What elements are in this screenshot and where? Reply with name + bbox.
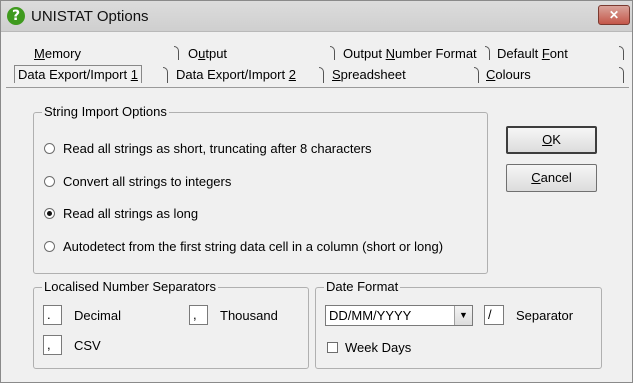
date-format-group: Date Format DD/MM/YYYY ▼ / Separator Wee… bbox=[315, 279, 602, 369]
week-days-checkbox[interactable]: Week Days bbox=[327, 340, 411, 355]
string-import-options-legend: String Import Options bbox=[42, 104, 169, 119]
tab-dei2-pre: Data Export/Import bbox=[176, 67, 289, 82]
close-button[interactable]: ✕ bbox=[598, 5, 630, 25]
tab-divider bbox=[619, 46, 624, 60]
ok-rest: K bbox=[552, 132, 561, 147]
tab-spreadsheet[interactable]: Spreadsheet bbox=[332, 67, 406, 82]
radio-read-short[interactable]: Read all strings as short, truncating af… bbox=[44, 141, 372, 156]
tab-memory-accel: M bbox=[34, 46, 45, 61]
radio-button-selected[interactable] bbox=[44, 208, 55, 219]
help-question-icon: ? bbox=[7, 7, 25, 25]
tab-output-pre: O bbox=[188, 46, 199, 61]
thousand-label: Thousand bbox=[220, 308, 278, 323]
radio-button[interactable] bbox=[44, 143, 55, 154]
tab-colours[interactable]: Colours bbox=[486, 67, 531, 82]
tab-spreadsheet-accel: S bbox=[332, 67, 341, 82]
separator-label: Separator bbox=[516, 308, 574, 323]
radio-button[interactable] bbox=[44, 176, 55, 187]
title-bar: ? UNISTAT Options ✕ bbox=[1, 1, 632, 32]
tab-spreadsheet-rest: preadsheet bbox=[340, 67, 406, 82]
number-separators-legend: Localised Number Separators bbox=[42, 279, 218, 294]
radio-read-long[interactable]: Read all strings as long bbox=[44, 206, 198, 221]
tab-colours-accel: C bbox=[486, 67, 496, 82]
tab-output[interactable]: Output bbox=[188, 46, 227, 61]
tab-onf-pre: Output bbox=[343, 46, 386, 61]
tab-font-accel: F bbox=[541, 46, 550, 61]
tab-dei1-pre: Data Export/Import bbox=[18, 67, 131, 82]
tab-font-rest: ont bbox=[549, 46, 568, 61]
ok-accel: O bbox=[542, 132, 553, 147]
week-days-label: Week Days bbox=[345, 340, 412, 355]
string-import-options-group: String Import Options Read all strings a… bbox=[33, 104, 488, 274]
tab-colours-rest: olours bbox=[495, 67, 531, 82]
decimal-separator-input[interactable]: . bbox=[43, 305, 62, 325]
radio-label: Convert all strings to integers bbox=[63, 174, 232, 189]
tab-page: String Import Options Read all strings a… bbox=[6, 87, 629, 380]
tab-onf-accel: N bbox=[385, 46, 396, 61]
date-format-select[interactable]: DD/MM/YYYY ▼ bbox=[325, 305, 473, 326]
radio-label: Read all strings as short, truncating af… bbox=[63, 141, 372, 156]
cancel-button[interactable]: Cancel bbox=[506, 164, 597, 192]
options-dialog: ? UNISTAT Options ✕ Memory Output Output… bbox=[0, 0, 633, 383]
tab-divider bbox=[319, 67, 324, 83]
tab-divider bbox=[619, 67, 624, 83]
radio-label: Read all strings as long bbox=[63, 206, 199, 221]
tab-memory-rest: emory bbox=[44, 46, 81, 61]
tab-divider bbox=[474, 67, 479, 83]
tab-divider bbox=[163, 67, 168, 83]
tab-output-number-format[interactable]: Output Number Format bbox=[343, 46, 477, 61]
tab-onf-rest: umber Format bbox=[395, 46, 477, 61]
thousand-separator-input[interactable]: , bbox=[189, 305, 208, 325]
radio-label: Autodetect from the first string data ce… bbox=[63, 239, 444, 254]
tab-output-rest: tput bbox=[205, 46, 228, 61]
csv-separator-input[interactable]: , bbox=[43, 335, 62, 355]
cancel-rest: ancel bbox=[540, 170, 572, 185]
tab-dei1-accel: 1 bbox=[130, 67, 138, 82]
decimal-label: Decimal bbox=[74, 308, 121, 323]
date-format-value: DD/MM/YYYY bbox=[329, 308, 412, 323]
tab-data-export-import-1[interactable]: Data Export/Import 1 bbox=[14, 65, 142, 83]
tab-divider bbox=[330, 46, 335, 60]
tab-dei2-accel: 2 bbox=[288, 67, 296, 82]
checkbox[interactable] bbox=[327, 342, 338, 353]
tab-font-pre: Default bbox=[497, 46, 542, 61]
ok-button[interactable]: OK bbox=[506, 126, 597, 154]
radio-button[interactable] bbox=[44, 241, 55, 252]
cancel-accel: C bbox=[531, 170, 541, 185]
window-title: UNISTAT Options bbox=[31, 8, 149, 25]
radio-convert-integers[interactable]: Convert all strings to integers bbox=[44, 174, 231, 189]
tab-default-font[interactable]: Default Font bbox=[497, 46, 568, 61]
tab-divider bbox=[485, 46, 490, 60]
date-separator-input[interactable]: / bbox=[484, 305, 504, 325]
date-format-legend: Date Format bbox=[324, 279, 401, 294]
tab-divider bbox=[174, 46, 179, 60]
tab-data-export-import-2[interactable]: Data Export/Import 2 bbox=[176, 67, 296, 82]
chevron-down-icon[interactable]: ▼ bbox=[454, 306, 472, 325]
tab-memory[interactable]: Memory bbox=[34, 46, 81, 61]
number-separators-group: Localised Number Separators . Decimal , … bbox=[33, 279, 309, 369]
radio-autodetect[interactable]: Autodetect from the first string data ce… bbox=[44, 239, 443, 254]
csv-label: CSV bbox=[74, 338, 101, 353]
